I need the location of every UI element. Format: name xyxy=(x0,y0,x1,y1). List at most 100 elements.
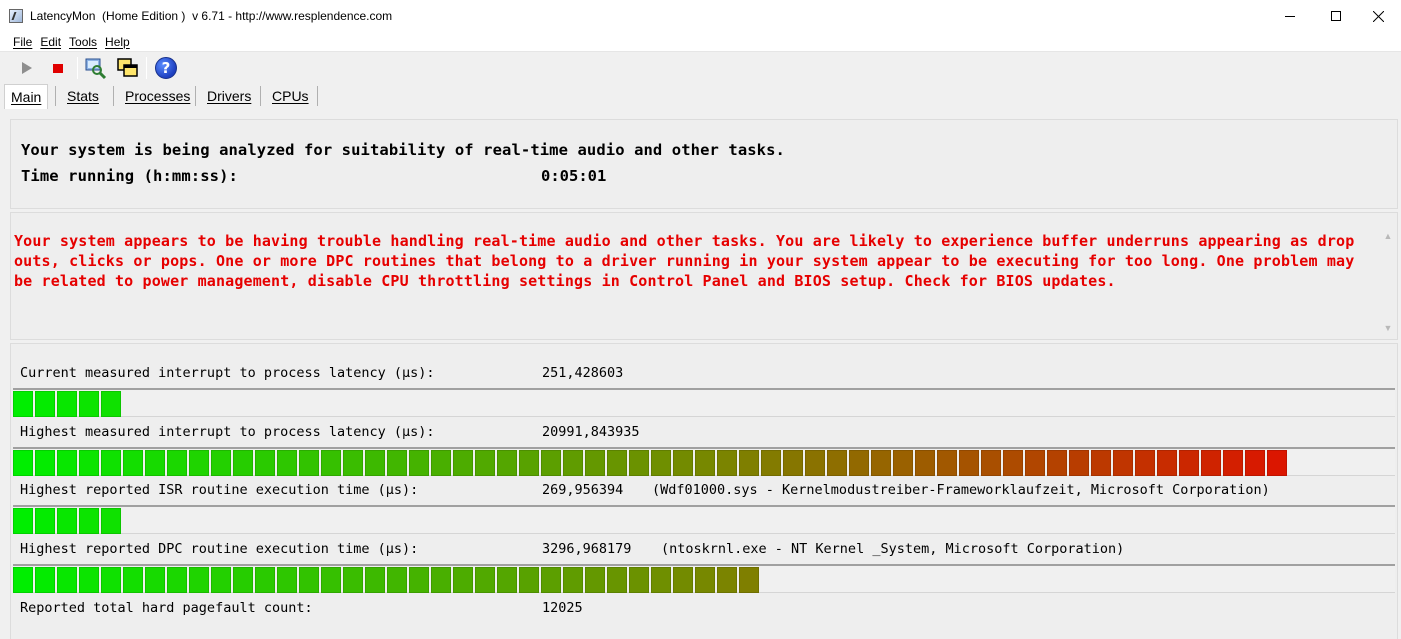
close-button[interactable] xyxy=(1355,0,1401,32)
bar-segment xyxy=(101,391,121,417)
status-panel: Your system is being analyzed for suitab… xyxy=(10,119,1398,209)
bar-segment xyxy=(35,567,55,593)
bar-segment xyxy=(79,391,99,417)
bar-segment xyxy=(1047,450,1067,476)
bar-fill xyxy=(13,391,123,417)
bar-segment xyxy=(1179,450,1199,476)
minimize-button[interactable] xyxy=(1267,0,1313,32)
time-running-label: Time running (h:mm:ss): xyxy=(21,167,238,185)
tab-label: Drivers xyxy=(207,88,252,104)
bar-segment xyxy=(35,450,55,476)
dpc-driver-info: (ntoskrnl.exe - NT Kernel _System, Micro… xyxy=(661,541,1125,557)
bar-segment xyxy=(827,450,847,476)
title-bar: LatencyMon (Home Edition ) v 6.71 - http… xyxy=(0,0,1401,32)
bar-segment xyxy=(1069,450,1089,476)
tab-label: Processes xyxy=(125,88,191,104)
bar-segment xyxy=(739,567,759,593)
bar-segment xyxy=(255,450,275,476)
maximize-button[interactable] xyxy=(1313,0,1359,32)
bar-segment xyxy=(409,450,429,476)
bar-segment xyxy=(211,567,231,593)
bar-segment xyxy=(717,567,737,593)
bar-segment xyxy=(849,450,869,476)
bar-segment xyxy=(167,567,187,593)
bar-segment xyxy=(145,567,165,593)
bar-segment xyxy=(585,567,605,593)
toolbar-separator xyxy=(77,57,78,79)
menu-edit[interactable]: Edit xyxy=(40,35,61,49)
inspect-button[interactable] xyxy=(83,56,107,80)
bar-segment xyxy=(981,450,1001,476)
bar-segment xyxy=(1245,450,1265,476)
bar-segment xyxy=(541,450,561,476)
bar-segment xyxy=(13,567,33,593)
scroll-down-icon[interactable]: ▼ xyxy=(1383,323,1393,333)
pagefault-count-value: 12025 xyxy=(542,600,583,616)
bar-segment xyxy=(79,450,99,476)
bar-segment xyxy=(299,567,319,593)
bar-segment xyxy=(365,450,385,476)
bar-segment xyxy=(57,508,77,534)
bar-segment xyxy=(1091,450,1111,476)
tab-stats[interactable]: Stats xyxy=(61,84,105,108)
bar-segment xyxy=(255,567,275,593)
current-latency-label: Current measured interrupt to process la… xyxy=(20,365,435,381)
close-icon xyxy=(1372,10,1384,22)
bar-segment xyxy=(189,567,209,593)
menu-file[interactable]: File xyxy=(13,35,32,49)
bar-segment xyxy=(189,450,209,476)
tab-label: CPUs xyxy=(272,88,309,104)
bar-segment xyxy=(519,450,539,476)
bar-segment xyxy=(453,450,473,476)
bar-segment xyxy=(35,391,55,417)
bar-fill xyxy=(13,508,123,534)
bar-segment xyxy=(299,450,319,476)
highest-latency-bar xyxy=(13,447,1395,476)
tab-processes[interactable]: Processes xyxy=(119,84,196,108)
tab-cpus[interactable]: CPUs xyxy=(266,84,315,108)
bar-segment xyxy=(959,450,979,476)
toolbar: ? xyxy=(0,53,1401,83)
help-button[interactable]: ? xyxy=(154,56,178,80)
conclusion-panel[interactable]: Your system appears to be having trouble… xyxy=(10,212,1398,340)
bar-segment xyxy=(13,508,33,534)
bar-segment xyxy=(167,450,187,476)
bar-segment xyxy=(453,567,473,593)
help-icon: ? xyxy=(155,57,177,79)
bar-segment xyxy=(695,450,715,476)
bar-segment xyxy=(915,450,935,476)
menu-help[interactable]: Help xyxy=(105,35,130,49)
bar-segment xyxy=(937,450,957,476)
scroll-up-icon[interactable]: ▲ xyxy=(1383,231,1393,241)
bar-segment xyxy=(123,450,143,476)
tab-drivers[interactable]: Drivers xyxy=(201,84,257,108)
highest-latency-label: Highest measured interrupt to process la… xyxy=(20,424,435,440)
bar-segment xyxy=(563,450,583,476)
bar-segment xyxy=(629,567,649,593)
stop-button[interactable] xyxy=(46,56,70,80)
bar-segment xyxy=(35,508,55,534)
bar-segment xyxy=(475,567,495,593)
isr-time-value: 269,956394 xyxy=(542,482,624,498)
highest-latency-value: 20991,843935 xyxy=(542,424,640,440)
isr-time-label: Highest reported ISR routine execution t… xyxy=(20,482,419,498)
bar-segment xyxy=(321,450,341,476)
bar-fill xyxy=(13,567,761,593)
bar-segment xyxy=(321,567,341,593)
bar-segment xyxy=(409,567,429,593)
windows-button[interactable] xyxy=(116,56,140,80)
bar-segment xyxy=(101,567,121,593)
bar-segment xyxy=(13,450,33,476)
menu-tools[interactable]: Tools xyxy=(69,35,97,49)
bar-segment xyxy=(475,450,495,476)
tab-main[interactable]: Main xyxy=(4,84,49,109)
bar-segment xyxy=(387,450,407,476)
bar-segment xyxy=(343,567,363,593)
bar-segment xyxy=(1223,450,1243,476)
bar-segment xyxy=(783,450,803,476)
bar-segment xyxy=(497,450,517,476)
bar-segment xyxy=(13,391,33,417)
play-icon xyxy=(22,62,32,74)
start-button[interactable] xyxy=(15,56,39,80)
maximize-icon xyxy=(1331,11,1341,21)
